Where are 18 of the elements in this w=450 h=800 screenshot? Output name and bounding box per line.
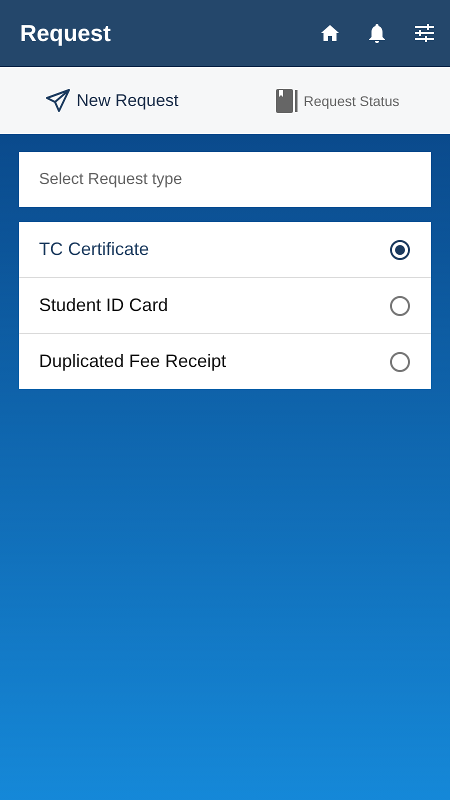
option-label: TC Certificate	[39, 239, 150, 260]
option-row[interactable]: Student ID Card	[19, 277, 431, 333]
page-title: Request	[20, 20, 111, 46]
tab[interactable]: Request Status	[225, 67, 450, 134]
option-row[interactable]: TC Certificate	[19, 222, 431, 277]
tab[interactable]: New Request	[0, 67, 225, 134]
radio-button[interactable]	[390, 296, 410, 316]
request-type-field[interactable]: Select Request type	[19, 152, 431, 207]
option-row[interactable]: Duplicated Fee Receipt	[19, 333, 431, 389]
option-label: Duplicated Fee Receipt	[39, 351, 226, 372]
bell-icon[interactable]	[369, 24, 385, 42]
paper-plane-icon	[46, 89, 70, 112]
settings-icon[interactable]	[415, 24, 434, 42]
option-label: Student ID Card	[39, 295, 168, 316]
radio-button[interactable]	[390, 352, 410, 372]
home-icon[interactable]	[321, 25, 339, 41]
radio-button[interactable]	[390, 240, 410, 260]
book-icon	[276, 88, 298, 112]
